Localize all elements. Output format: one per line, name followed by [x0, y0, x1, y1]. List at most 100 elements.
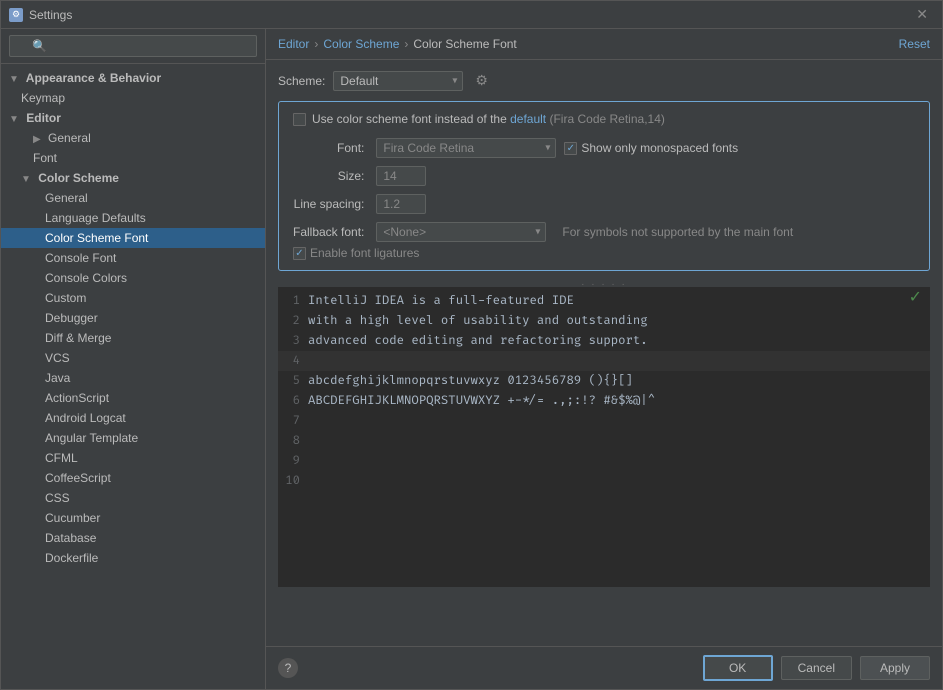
preview-container: · · · · · 1 IntelliJ IDEA is a full-feat… [278, 281, 930, 636]
sidebar-item-android-logcat[interactable]: Android Logcat [1, 408, 265, 428]
breadcrumb-color-scheme[interactable]: Color Scheme [323, 37, 399, 51]
sidebar-label-font: Font [33, 151, 57, 165]
preview-check-icon: ✓ [909, 287, 922, 307]
close-button[interactable]: ✕ [910, 4, 934, 25]
sidebar-item-css[interactable]: CSS [1, 488, 265, 508]
preview-line: 8 [278, 431, 930, 451]
sidebar-label-vcs: VCS [45, 351, 70, 365]
line-number: 10 [278, 471, 308, 491]
sidebar-item-angular-template[interactable]: Angular Template [1, 428, 265, 448]
line-number: 9 [278, 451, 308, 471]
preview-line: 6 ABCDEFGHIJKLMNOPQRSTUVWXYZ +-*/= .,;:!… [278, 391, 930, 411]
preview-line: 9 [278, 451, 930, 471]
sidebar-item-java[interactable]: Java [1, 368, 265, 388]
breadcrumb-editor[interactable]: Editor [278, 37, 309, 51]
scheme-row: Scheme: Default Darcula High contrast Mo… [278, 70, 930, 91]
sidebar-item-editor[interactable]: ▼ Editor [1, 108, 265, 128]
monospaced-check: Show only monospaced fonts [564, 141, 738, 155]
sidebar-item-keymap[interactable]: Keymap [1, 88, 265, 108]
font-label: Font: [293, 141, 368, 155]
use-color-scheme-row: Use color scheme font instead of the def… [293, 112, 915, 126]
sidebar-label-angular-template: Angular Template [45, 431, 138, 445]
breadcrumb-sep-2: › [404, 37, 408, 51]
expand-icon-color-scheme: ▼ [21, 174, 31, 185]
sidebar-label-appearance: Appearance & Behavior [26, 71, 161, 85]
sidebar-item-vcs[interactable]: VCS [1, 348, 265, 368]
sidebar-item-coffeescript[interactable]: CoffeeScript [1, 468, 265, 488]
preview-line: 7 [278, 411, 930, 431]
line-number: 4 [278, 351, 308, 371]
sidebar-item-debugger[interactable]: Debugger [1, 308, 265, 328]
use-color-scheme-checkbox[interactable] [293, 113, 306, 126]
sidebar-label-database: Database [45, 531, 96, 545]
resize-dots-icon: · · · · · [581, 279, 627, 290]
sidebar-label-console-font: Console Font [45, 251, 116, 265]
sidebar-label-diff-merge: Diff & Merge [45, 331, 111, 345]
sidebar: 🔍 ▼ Appearance & Behavior Keymap ▼ Edito… [1, 29, 266, 689]
expand-icon: ▼ [9, 74, 19, 85]
sidebar-item-general[interactable]: ▶ General [1, 128, 265, 148]
sidebar-item-appearance[interactable]: ▼ Appearance & Behavior [1, 68, 265, 88]
sidebar-label-cfml: CFML [45, 451, 78, 465]
font-control-row: Fira Code Retina Fira Code Courier New J… [376, 138, 915, 158]
sidebar-item-database[interactable]: Database [1, 528, 265, 548]
search-wrapper: 🔍 [9, 35, 257, 57]
monospaced-label: Show only monospaced fonts [581, 141, 738, 155]
sidebar-item-color-scheme[interactable]: ▼ Color Scheme [1, 168, 265, 188]
enable-ligatures-checkbox[interactable] [293, 247, 306, 260]
sidebar-item-console-colors[interactable]: Console Colors [1, 268, 265, 288]
preview-content: 1 IntelliJ IDEA is a full-featured IDE 2… [278, 287, 930, 587]
use-scheme-text: Use color scheme font instead of the def… [312, 112, 665, 126]
sidebar-label-css: CSS [45, 491, 70, 505]
font-select[interactable]: Fira Code Retina Fira Code Courier New J… [376, 138, 556, 158]
breadcrumb-sep-1: › [314, 37, 318, 51]
help-button[interactable]: ? [278, 658, 298, 678]
sidebar-label-cs-general: General [45, 191, 88, 205]
sidebar-item-diff-merge[interactable]: Diff & Merge [1, 328, 265, 348]
sidebar-item-lang-defaults[interactable]: Language Defaults [1, 208, 265, 228]
line-content: advanced code editing and refactoring su… [308, 331, 648, 351]
search-input[interactable] [9, 35, 257, 57]
size-control-row [376, 166, 915, 186]
scheme-select[interactable]: Default Darcula High contrast Monokai [333, 71, 463, 91]
scheme-label: Scheme: [278, 74, 325, 88]
fallback-font-select[interactable]: <None> [376, 222, 546, 242]
line-content: with a high level of usability and outst… [308, 311, 648, 331]
breadcrumb: Editor › Color Scheme › Color Scheme Fon… [278, 37, 517, 51]
size-input[interactable] [376, 166, 426, 186]
fallback-font-control-row: <None> ▾ For symbols not supported by th… [376, 222, 915, 242]
sidebar-label-lang-defaults: Language Defaults [45, 211, 146, 225]
sidebar-item-custom[interactable]: Custom [1, 288, 265, 308]
sidebar-item-cs-font[interactable]: Color Scheme Font [1, 228, 265, 248]
sidebar-item-font[interactable]: Font [1, 148, 265, 168]
sidebar-item-console-font[interactable]: Console Font [1, 248, 265, 268]
scheme-select-wrapper: Default Darcula High contrast Monokai ▾ [333, 71, 463, 91]
line-spacing-label: Line spacing: [293, 197, 368, 211]
default-parens: (Fira Code Retina,14) [549, 112, 664, 126]
sidebar-item-dockerfile[interactable]: Dockerfile [1, 548, 265, 568]
breadcrumb-bar: Editor › Color Scheme › Color Scheme Fon… [266, 29, 942, 60]
expand-icon-editor: ▼ [9, 114, 19, 125]
scheme-gear-button[interactable]: ⚙ [471, 70, 492, 91]
sidebar-item-cs-general[interactable]: General [1, 188, 265, 208]
preview-line: 1 IntelliJ IDEA is a full-featured IDE [278, 291, 930, 311]
sidebar-tree: ▼ Appearance & Behavior Keymap ▼ Editor … [1, 64, 265, 689]
cancel-button[interactable]: Cancel [781, 656, 852, 680]
sidebar-label-debugger: Debugger [45, 311, 98, 325]
ok-button[interactable]: OK [703, 655, 773, 681]
show-monospaced-checkbox[interactable] [564, 142, 577, 155]
apply-button[interactable]: Apply [860, 656, 930, 680]
line-number: 2 [278, 311, 308, 331]
sidebar-label-actionscript: ActionScript [45, 391, 109, 405]
sidebar-item-cucumber[interactable]: Cucumber [1, 508, 265, 528]
settings-box: Use color scheme font instead of the def… [278, 101, 930, 271]
line-spacing-input[interactable] [376, 194, 426, 214]
default-link[interactable]: default [510, 112, 546, 126]
reset-button[interactable]: Reset [899, 37, 930, 51]
sidebar-item-actionscript[interactable]: ActionScript [1, 388, 265, 408]
line-content: IntelliJ IDEA is a full-featured IDE [308, 291, 574, 311]
sidebar-item-cfml[interactable]: CFML [1, 448, 265, 468]
sidebar-label-cucumber: Cucumber [45, 511, 100, 525]
settings-window: ⚙ Settings ✕ 🔍 ▼ Appearance & Behavior [0, 0, 943, 690]
sidebar-label-keymap: Keymap [21, 91, 65, 105]
